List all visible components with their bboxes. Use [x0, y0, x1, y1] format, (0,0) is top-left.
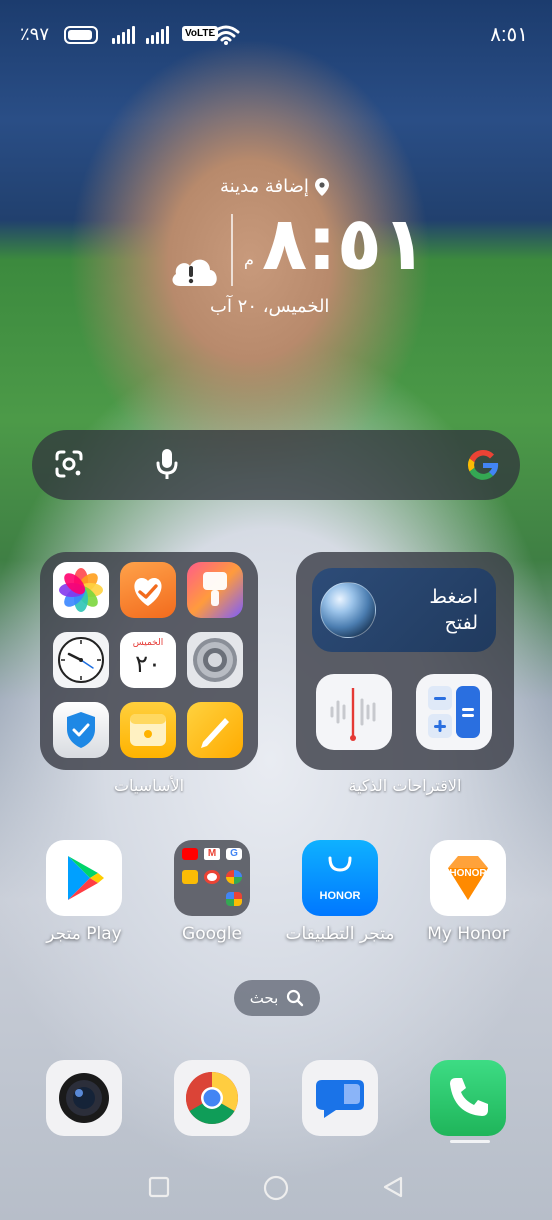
- smart-card-text: اضغط لفتح: [429, 586, 478, 634]
- date-label: الخميس، ٢٠ آب: [210, 296, 330, 317]
- meet-icon: [182, 870, 198, 884]
- back-nav-button[interactable]: [382, 1176, 404, 1202]
- calculator-icon[interactable]: [416, 674, 492, 750]
- health-icon[interactable]: [120, 562, 176, 618]
- bubble-icon: [320, 582, 376, 638]
- clock-divider: [231, 214, 233, 286]
- clock-time[interactable]: ٨:٥١: [262, 204, 427, 284]
- location-pin-icon: [314, 177, 329, 196]
- status-bar: ٪٩٧ VoLTE ٨:٥١: [0, 0, 552, 70]
- phone-icon[interactable]: [430, 1060, 506, 1136]
- app-label: متجر Play: [46, 924, 122, 944]
- youtube-music-icon: [204, 870, 220, 884]
- settings-icon[interactable]: [187, 632, 243, 688]
- messages-icon[interactable]: [302, 1060, 378, 1136]
- my-honor-badge: HONOR: [449, 868, 487, 879]
- dock-indicator: [450, 1140, 490, 1143]
- google-folder-icon: M G: [174, 840, 250, 916]
- photos-icon: [226, 892, 242, 906]
- themes-icon[interactable]: [187, 562, 243, 618]
- security-icon[interactable]: [53, 702, 109, 758]
- google-search-bar[interactable]: [32, 430, 520, 500]
- camera-icon[interactable]: [46, 1060, 122, 1136]
- app-honor-app-market[interactable]: HONOR متجر التطبيقات: [280, 840, 400, 944]
- add-city-label: إضافة مدينة: [220, 176, 309, 197]
- signal-strength-2-icon: [146, 24, 169, 44]
- cloud-alert-icon[interactable]: [168, 250, 220, 290]
- chrome-icon[interactable]: [174, 1060, 250, 1136]
- folder-label-essentials: الأساسيات: [113, 776, 185, 795]
- honor-wordmark: HONOR: [319, 890, 361, 902]
- app-my-honor[interactable]: HONOR My Honor: [408, 840, 528, 944]
- clock-app-icon[interactable]: [53, 632, 109, 688]
- search-pill-button[interactable]: بحث: [234, 980, 320, 1016]
- smart-suggestion-card[interactable]: اضغط لفتح: [312, 568, 496, 652]
- battery-icon: [64, 26, 98, 44]
- google-g-icon: [468, 449, 499, 480]
- microphone-icon[interactable]: [156, 448, 178, 480]
- recents-nav-button[interactable]: [148, 1176, 170, 1202]
- my-honor-icon: HONOR: [430, 840, 506, 916]
- search-icon: [287, 989, 304, 1007]
- ampm-label: م: [244, 250, 254, 269]
- memo-icon[interactable]: [120, 702, 176, 758]
- calendar-day: الخميس: [132, 638, 164, 648]
- app-label: متجر التطبيقات: [285, 924, 395, 944]
- folder-label-smart-suggestions: الاقتراحات الذكية: [348, 776, 462, 795]
- wifi-icon: [212, 25, 240, 45]
- gallery-icon[interactable]: [53, 562, 109, 618]
- notes-icon[interactable]: [187, 702, 243, 758]
- calendar-date: ٢٠: [135, 650, 161, 678]
- app-google-folder[interactable]: M G Google: [152, 840, 272, 944]
- calendar-icon[interactable]: الخميس ٢٠: [120, 632, 176, 688]
- folder-essentials[interactable]: الخميس ٢٠: [40, 552, 258, 770]
- add-city-link[interactable]: إضافة مدينة: [220, 176, 329, 197]
- signal-strength-icon: [112, 24, 135, 44]
- status-time: ٨:٥١: [490, 24, 528, 46]
- battery-percentage: ٪٩٧: [20, 24, 50, 44]
- play-store-icon: [46, 840, 122, 916]
- gmail-icon: M: [204, 848, 220, 860]
- google-lens-icon[interactable]: [54, 449, 84, 479]
- app-label: My Honor: [427, 924, 509, 944]
- search-pill-label: بحث: [249, 989, 279, 1007]
- google-small-icon: G: [226, 848, 242, 860]
- honor-appgallery-icon: HONOR: [302, 840, 378, 916]
- home-nav-button[interactable]: [262, 1174, 290, 1206]
- app-label: Google: [182, 924, 242, 944]
- voice-recorder-icon[interactable]: [316, 674, 392, 750]
- app-play-store[interactable]: متجر Play: [24, 840, 144, 944]
- google-one-icon: [226, 870, 242, 884]
- youtube-icon: [182, 848, 198, 860]
